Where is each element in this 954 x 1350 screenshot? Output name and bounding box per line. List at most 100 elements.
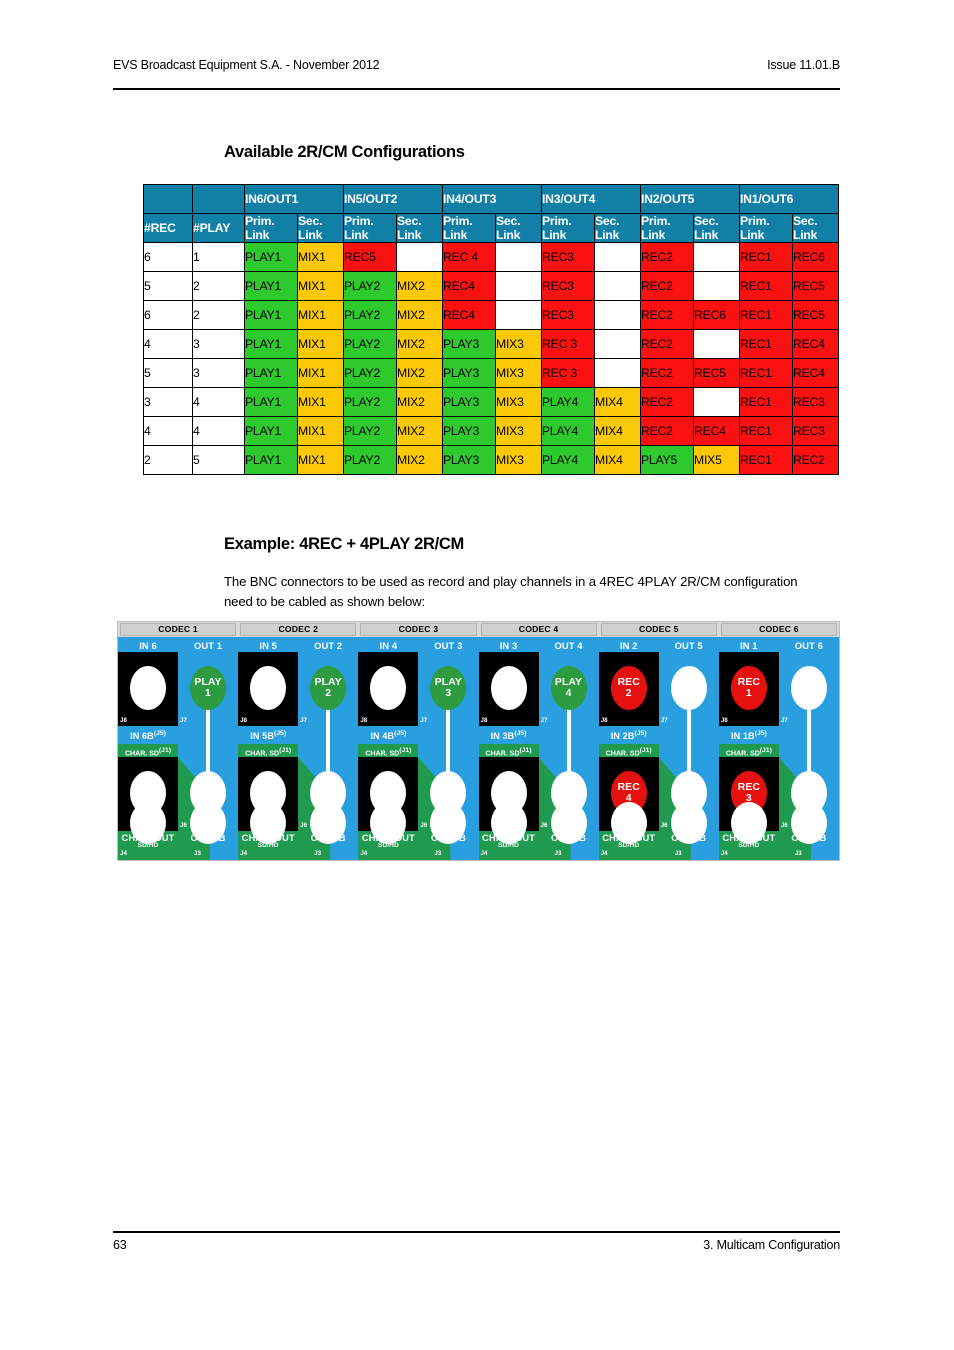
table-row: 6 1 PLAY1 MIX1 REC5 REC 4 REC3 REC2 REC1 REC6 — [143, 242, 839, 272]
bnc-in-top[interactable] — [250, 666, 287, 710]
jack-id-j6: J6 — [660, 822, 668, 829]
bnc-out-top[interactable] — [670, 666, 707, 710]
bnc-in-top[interactable] — [490, 666, 527, 710]
rec-badge-in-top[interactable]: REC 2 — [610, 666, 647, 710]
in-label: IN 5 — [238, 640, 298, 651]
badge-line-2: 1 — [205, 688, 211, 699]
char-out-sublabel: SD/HD — [498, 842, 520, 849]
prim-line2: Link — [344, 228, 369, 242]
group-header-in4out3: IN4/OUT3 — [442, 184, 542, 214]
cell-link-play: PLAY2 — [343, 271, 397, 301]
column-header-prim-6: Prim. Link — [739, 213, 793, 243]
jack-id-j8: J8 — [600, 717, 608, 724]
jack-id-j6: J6 — [540, 822, 548, 829]
badge-line-1: REC — [617, 782, 640, 793]
char-sd-label: CHAR. SD — [605, 748, 640, 758]
in-b-label: IN 5B(J5) — [238, 730, 298, 741]
bnc-in-top[interactable] — [130, 666, 166, 710]
cell-link-empty — [693, 387, 740, 417]
cell-link-mix: MIX1 — [297, 329, 344, 359]
cell-link-rec: REC3 — [541, 242, 595, 272]
cell-link-rec: REC4 — [792, 358, 839, 388]
prim-line2: Link — [245, 228, 270, 242]
cell-link-mix: MIX1 — [297, 416, 344, 446]
in-b-ref: (J5) — [274, 730, 287, 737]
badge-line-1: PLAY — [434, 677, 462, 688]
cell-link-empty — [495, 242, 542, 272]
out-label-text: OUT 1 — [193, 640, 223, 651]
out-label-text: OUT 3 — [434, 640, 463, 651]
cell-link-play: PLAY1 — [244, 358, 298, 388]
cell-link-rec: REC3 — [792, 387, 839, 417]
rec-badge-in-top[interactable]: REC 1 — [730, 666, 767, 710]
cell-link-rec: REC1 — [739, 300, 793, 330]
jack-id-j4: J4 — [720, 850, 728, 857]
table-body: 6 1 PLAY1 MIX1 REC5 REC 4 REC3 REC2 REC1 REC6 5 2 PL… — [143, 242, 839, 475]
in-label-text: IN 4 — [379, 640, 398, 651]
jack-id-j6: J6 — [300, 822, 308, 829]
cell-play-count: 2 — [192, 300, 245, 330]
codec-title: CODEC 4 — [480, 623, 597, 636]
cell-link-rec: REC1 — [739, 358, 793, 388]
out-label: OUT 5 — [659, 640, 719, 651]
cell-link-rec: REC2 — [640, 329, 694, 359]
cell-link-rec: REC1 — [739, 445, 793, 475]
cell-rec-count: 6 — [143, 242, 193, 272]
in-label-text: IN 2 — [619, 640, 638, 651]
cell-link-mix: MIX2 — [396, 271, 443, 301]
prim-line2: Link — [443, 228, 468, 242]
cell-play-count: 2 — [192, 271, 245, 301]
codec-panel-diagram: CHAR. SD(J1) PLAY 1 IN 6 OUT 1 IN 6B(J5) CHAR.… — [117, 621, 840, 861]
jack-id-j8: J8 — [480, 717, 488, 724]
table-head: IN6/OUT1 IN5/OUT2 IN4/OUT3 IN3/OUT4 IN2/… — [143, 184, 839, 243]
out-label: OUT 1 — [178, 640, 238, 651]
group-header-row: IN6/OUT1 IN5/OUT2 IN4/OUT3 IN3/OUT4 IN2/… — [143, 184, 839, 214]
cell-link-play: PLAY2 — [343, 387, 397, 417]
cell-link-play: PLAY4 — [541, 387, 595, 417]
cell-link-rec: REC1 — [739, 416, 793, 446]
in-b-label: IN 3B(J5) — [479, 730, 539, 741]
in-label: IN 4 — [358, 640, 418, 651]
cell-rec-count: 2 — [143, 445, 193, 475]
out-b-label-text: OUT 5B — [671, 832, 707, 843]
cell-play-count: 5 — [192, 445, 245, 475]
char-sd-ref: (J1) — [158, 747, 172, 754]
cell-link-rec: REC3 — [792, 416, 839, 446]
codec-panel: CHAR. SD(J1) PLAY 2 IN 5 OUT 2 IN 5B(J5) CHAR.… — [238, 622, 359, 860]
in-b-ref: (J5) — [634, 730, 647, 737]
cell-play-count: 3 — [192, 358, 245, 388]
page-number: 63 — [113, 1238, 127, 1252]
column-header-sec-6: Sec. Link — [792, 213, 839, 243]
char-out-sublabel: SD/HD — [738, 842, 760, 849]
play-badge-out-top[interactable]: PLAY 4 — [550, 666, 587, 710]
cell-link-rec: REC2 — [640, 271, 694, 301]
group-header-in2out5: IN2/OUT5 — [640, 184, 740, 214]
cell-link-empty — [594, 271, 641, 301]
out-b-label-text: OUT 3B — [430, 832, 466, 843]
prim-line1: Prim. — [641, 214, 671, 228]
cell-link-play: PLAY2 — [343, 358, 397, 388]
column-header-sec-3: Sec. Link — [495, 213, 542, 243]
cell-play-count: 4 — [192, 416, 245, 446]
codec-panel: CHAR. SD(J1) REC 2 REC 4 IN 2 OUT 5 IN 2B(J5) CH… — [598, 622, 719, 860]
cell-link-play: PLAY2 — [343, 416, 397, 446]
char-sd-strip: CHAR. SD(J1) — [118, 744, 178, 757]
jack-id-j4: J4 — [240, 850, 248, 857]
play-badge-out-top[interactable]: PLAY 1 — [190, 666, 226, 710]
char-sd-ref: (J1) — [519, 747, 532, 754]
sec-line1: Sec. — [298, 214, 323, 228]
column-header-sec-5: Sec. Link — [693, 213, 740, 243]
cell-link-rec: REC5 — [343, 242, 397, 272]
cell-link-rec: REC2 — [640, 416, 694, 446]
jack-id-j4: J4 — [360, 850, 368, 857]
cell-link-rec: REC1 — [739, 271, 793, 301]
play-badge-out-top[interactable]: PLAY 2 — [310, 666, 347, 710]
badge-line-2: 2 — [325, 688, 332, 699]
bnc-out-top[interactable] — [790, 666, 827, 710]
char-sd-label: CHAR. SD — [124, 748, 159, 758]
char-out-sublabel: SD/HD — [137, 842, 159, 849]
cell-link-mix: MIX3 — [495, 445, 542, 475]
sec-line2: Link — [496, 228, 521, 242]
cell-link-rec: REC 4 — [442, 242, 496, 272]
cell-link-mix: MIX4 — [594, 445, 641, 475]
